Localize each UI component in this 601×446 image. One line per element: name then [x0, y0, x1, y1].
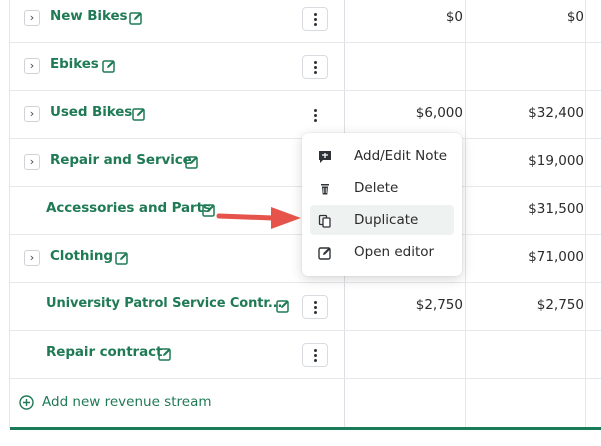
- chevron-right-icon[interactable]: ›: [24, 154, 40, 170]
- table-row: › Ebikes: [10, 43, 601, 91]
- annotation-arrow-icon: [215, 201, 305, 235]
- row-label[interactable]: Clothing: [50, 248, 113, 264]
- cell-value: $0: [445, 9, 463, 25]
- row-name-cell: › Ebikes: [10, 43, 344, 90]
- row-menu-button[interactable]: [302, 55, 328, 79]
- row-name-cell: › Used Bikes: [10, 91, 344, 138]
- row-label[interactable]: University Patrol Service Contr...: [46, 296, 282, 311]
- cell-value: $31,500: [528, 201, 584, 217]
- edit-icon[interactable]: [115, 250, 129, 265]
- menu-item-label: Duplicate: [354, 212, 419, 228]
- row-label[interactable]: Accessories and Parts: [46, 200, 211, 216]
- row-name-cell: Repair contract: [10, 331, 344, 378]
- chevron-right-icon[interactable]: ›: [24, 250, 40, 266]
- menu-item-label: Add/Edit Note: [354, 148, 448, 164]
- note-icon: [318, 149, 332, 163]
- chevron-right-icon[interactable]: ›: [24, 106, 40, 122]
- edit-icon[interactable]: [276, 298, 290, 313]
- table-row: University Patrol Service Contr... $2,75…: [10, 283, 601, 331]
- cell-value: $2,750: [415, 297, 463, 313]
- menu-item-duplicate[interactable]: Duplicate: [310, 205, 454, 235]
- row-name-cell: › New Bikes: [10, 0, 344, 42]
- menu-item-add-edit-note[interactable]: Add/Edit Note: [310, 141, 454, 171]
- edit-icon[interactable]: [102, 58, 116, 73]
- row-menu-button[interactable]: [302, 295, 328, 319]
- trash-icon: [318, 181, 332, 195]
- row-label[interactable]: Repair contract: [46, 344, 162, 360]
- add-revenue-stream-label: Add new revenue stream: [42, 394, 212, 410]
- row-label[interactable]: New Bikes: [50, 8, 128, 24]
- edit-icon[interactable]: [185, 154, 199, 169]
- edit-icon[interactable]: [129, 10, 143, 25]
- revenue-streams-table: › New Bikes $0 $0 › Ebikes › Used Bikes …: [0, 0, 601, 446]
- chevron-right-icon[interactable]: ›: [24, 10, 40, 26]
- table-row: Repair contract: [10, 331, 601, 379]
- cell-value: $19,000: [528, 153, 584, 169]
- row-menu-button[interactable]: [302, 7, 328, 31]
- menu-item-open-editor[interactable]: Open editor: [310, 237, 454, 267]
- menu-item-label: Open editor: [354, 244, 435, 260]
- edit-icon[interactable]: [202, 202, 216, 217]
- table-row: › New Bikes $0 $0: [10, 0, 601, 43]
- cell-value: $32,400: [528, 105, 584, 121]
- row-menu-button[interactable]: [302, 103, 328, 127]
- menu-item-label: Delete: [354, 180, 399, 196]
- menu-item-delete[interactable]: Delete: [310, 173, 454, 203]
- cell-value: $6,000: [415, 105, 463, 121]
- row-context-menu: Add/Edit Note Delete Duplicate Open edit…: [302, 133, 462, 276]
- row-label[interactable]: Ebikes: [50, 56, 99, 72]
- cell-value: $0: [566, 9, 584, 25]
- row-name-cell: University Patrol Service Contr...: [10, 283, 344, 330]
- cell-value: $2,750: [536, 297, 584, 313]
- table-footer-bar: [10, 427, 601, 430]
- row-label[interactable]: Used Bikes: [50, 104, 132, 120]
- row-label[interactable]: Repair and Service: [50, 152, 192, 168]
- edit-icon[interactable]: [132, 106, 146, 121]
- chevron-right-icon[interactable]: ›: [24, 58, 40, 74]
- row-name-cell: › Clothing: [10, 235, 344, 282]
- add-revenue-stream-button[interactable]: Add new revenue stream: [10, 380, 344, 426]
- row-name-cell: › Repair and Service: [10, 139, 344, 186]
- plus-circle-icon: [19, 395, 34, 410]
- duplicate-icon: [318, 213, 332, 228]
- edit-icon[interactable]: [158, 346, 172, 361]
- table-row: › Used Bikes $6,000 $32,400: [10, 91, 601, 139]
- row-menu-button[interactable]: [302, 343, 328, 367]
- cell-value: $71,000: [528, 249, 584, 265]
- edit-icon: [318, 245, 332, 260]
